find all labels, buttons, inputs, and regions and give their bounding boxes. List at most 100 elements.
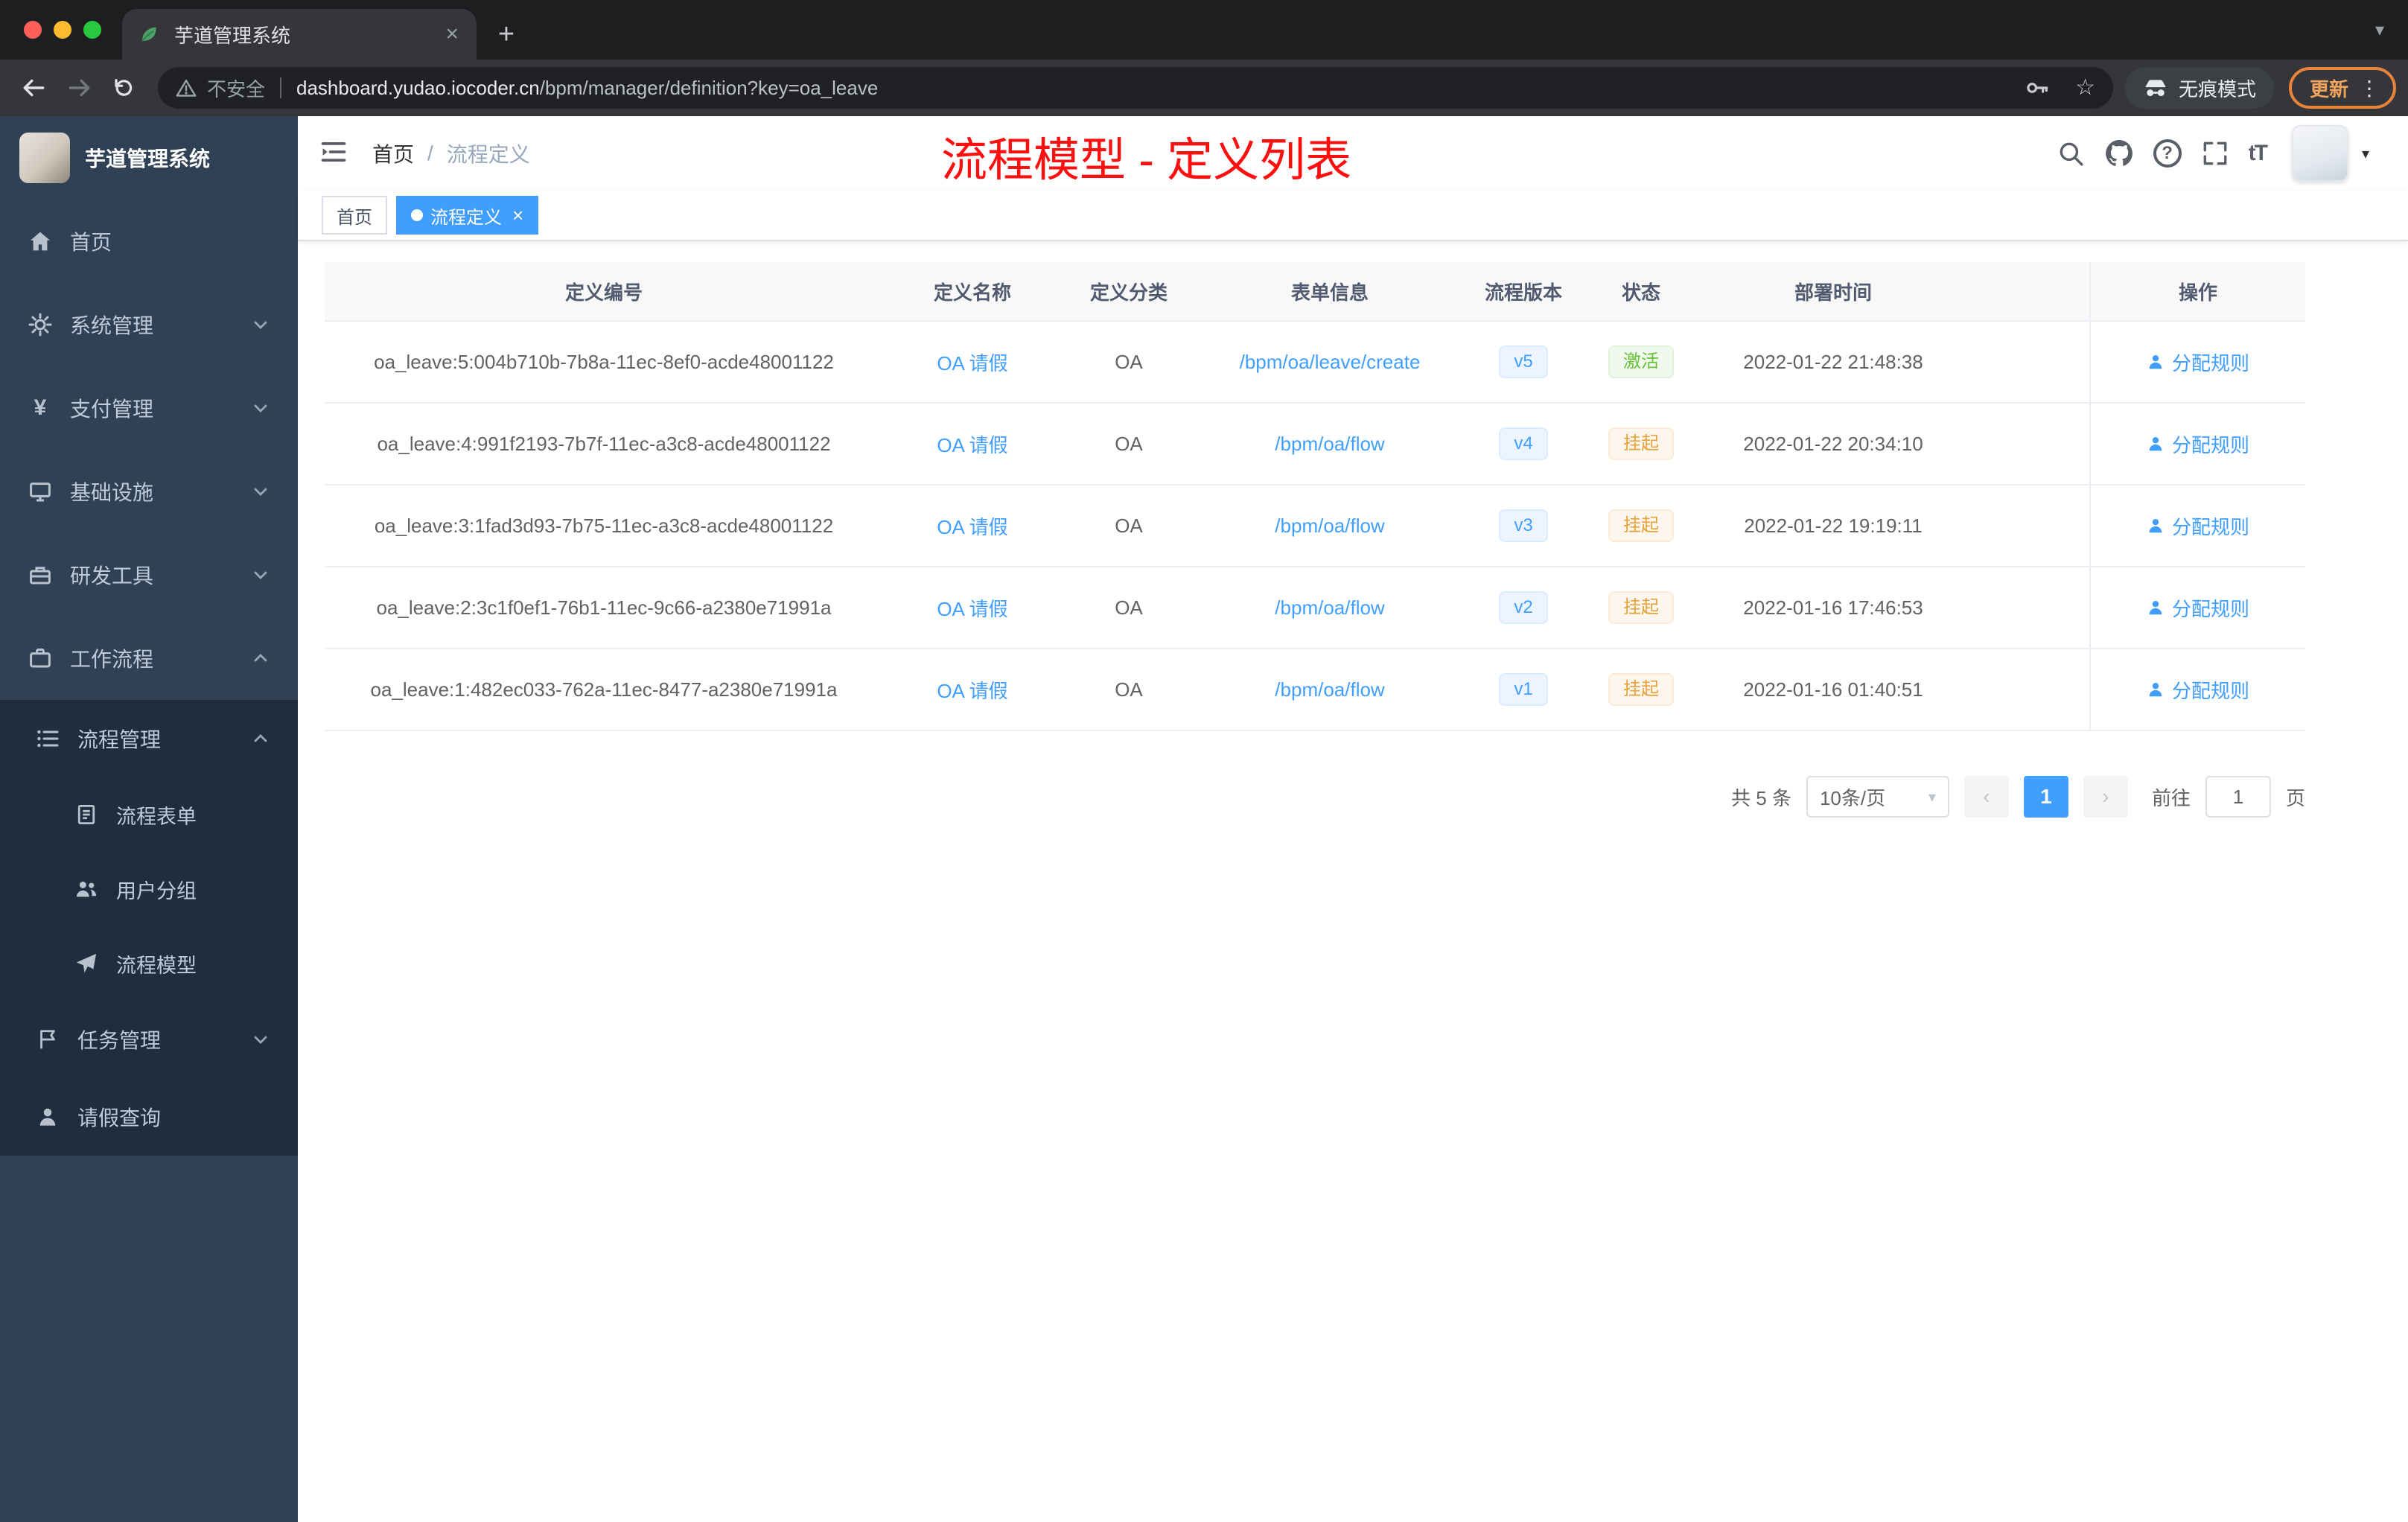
definition-name-link[interactable]: OA 请假 [937, 676, 1007, 704]
list-icon [36, 727, 60, 751]
window-close-button[interactable] [24, 21, 42, 39]
next-page-button[interactable]: › [2083, 776, 2128, 818]
select-caret-icon: ▾ [1928, 789, 1936, 806]
cell-category: OA [1115, 596, 1143, 619]
sidebar-item-label: 支付管理 [70, 398, 154, 421]
help-icon[interactable]: ? [2153, 139, 2182, 168]
assign-rule-label: 分配规则 [2171, 679, 2249, 702]
form-link[interactable]: /bpm/oa/leave/create [1240, 351, 1421, 374]
page-1-button[interactable]: 1 [2023, 776, 2068, 818]
chevron-down-icon [252, 316, 270, 334]
user-menu-caret-icon[interactable]: ▾ [2362, 144, 2369, 163]
update-chrome-button[interactable]: 更新 ⋮ [2288, 67, 2396, 109]
tag-label: 流程定义 [430, 207, 502, 228]
top-navbar: 首页 / 流程定义 流程模型 - 定义列表 ? tT ▾ [298, 116, 2408, 191]
sidebar-item-infrastructure[interactable]: 基础设施 [0, 450, 298, 533]
sidebar-item-dev-tools[interactable]: 研发工具 [0, 533, 298, 617]
assign-rule-label: 分配规则 [2171, 433, 2249, 456]
table-row: oa_leave:2:3c1f0ef1-76b1-11ec-9c66-a2380… [325, 567, 2305, 649]
sidebar-item-home[interactable]: 首页 [0, 200, 298, 283]
window-zoom-button[interactable] [83, 21, 101, 39]
new-tab-button[interactable]: + [485, 13, 527, 55]
forward-button[interactable] [57, 66, 101, 110]
sidebar-item-user-groups[interactable]: 用户分组 [0, 852, 298, 926]
back-button[interactable] [12, 66, 57, 110]
chevron-down-icon [252, 483, 270, 500]
page-size-select[interactable]: 10条/页 ▾ [1806, 776, 1949, 818]
assign-rule-link[interactable]: 分配规则 [2147, 512, 2249, 540]
sidebar-item-label: 系统管理 [70, 314, 154, 337]
page-unit-label: 页 [2285, 786, 2305, 809]
bookmark-star-icon[interactable]: ☆ [2075, 77, 2095, 99]
assign-rule-link[interactable]: 分配规则 [2147, 676, 2249, 704]
workflow-submenu: 流程管理 流程表单 用户分组 流程模型 任务管理 请假查询 [0, 700, 298, 1156]
sidebar-item-task-management[interactable]: 任务管理 [0, 1001, 298, 1078]
prev-page-button[interactable]: ‹ [1963, 776, 2009, 818]
window-controls [0, 0, 122, 60]
tag-home[interactable]: 首页 [322, 196, 387, 235]
cell-definition-id: oa_leave:5:004b710b-7b8a-11ec-8ef0-acde4… [374, 350, 834, 373]
cell-deploy-time: 2022-01-22 19:19:11 [1744, 514, 1923, 537]
assign-rule-link[interactable]: 分配规则 [2147, 348, 2249, 376]
person-icon [2149, 683, 2162, 697]
sidebar-item-system-management[interactable]: 系统管理 [0, 283, 298, 366]
sidebar-item-workflow[interactable]: 工作流程 [0, 617, 298, 700]
breadcrumb-current: 流程定义 [446, 143, 530, 166]
definition-name-link[interactable]: OA 请假 [937, 348, 1007, 376]
cell-category: OA [1115, 350, 1143, 373]
definition-name-link[interactable]: OA 请假 [937, 512, 1007, 540]
browser-menu-dots-icon[interactable]: ⋮ [2359, 76, 2380, 101]
assign-rule-link[interactable]: 分配规则 [2147, 594, 2249, 622]
browser-tab[interactable]: 芋道管理系统 × [122, 9, 477, 60]
sidebar-item-process-forms[interactable]: 流程表单 [0, 777, 298, 852]
form-link[interactable]: /bpm/oa/flow [1275, 433, 1384, 456]
form-link[interactable]: /bpm/oa/flow [1275, 515, 1384, 538]
sidebar-item-process-models[interactable]: 流程模型 [0, 926, 298, 1001]
sidebar-toggle-icon[interactable] [319, 137, 351, 170]
tag-process-definition[interactable]: 流程定义 × [396, 196, 539, 235]
url-path: /bpm/manager/definition?key=oa_leave [539, 76, 879, 99]
search-icon[interactable] [2057, 139, 2085, 168]
tab-close-icon[interactable]: × [442, 22, 462, 47]
column-header-time: 部署时间 [1794, 281, 1872, 304]
tag-close-icon[interactable]: × [512, 204, 523, 227]
sidebar-item-label: 工作流程 [70, 648, 154, 671]
person-icon [2149, 519, 2162, 533]
not-secure-warning-icon [176, 77, 197, 98]
total-count: 共 5 条 [1731, 786, 1791, 809]
sidebar-item-leave-query[interactable]: 请假查询 [0, 1078, 298, 1156]
tags-view: 首页 流程定义 × [298, 191, 2408, 241]
monitor-icon [28, 480, 52, 503]
form-link[interactable]: /bpm/oa/flow [1275, 596, 1384, 620]
tab-search-icon[interactable]: ▾ [2375, 19, 2384, 41]
password-key-icon[interactable] [2025, 75, 2050, 101]
tag-label: 首页 [337, 207, 372, 228]
annotation-text: 流程模型 - 定义列表 [941, 135, 1352, 186]
address-bar[interactable]: 不安全 dashboard.yudao.iocoder.cn/bpm/manag… [158, 67, 2113, 109]
sidebar-item-payment-management[interactable]: ¥ 支付管理 [0, 366, 298, 450]
person-icon [2149, 601, 2162, 615]
breadcrumb-home[interactable]: 首页 [372, 138, 414, 168]
home-icon [28, 229, 52, 253]
tab-favicon-icon [137, 22, 161, 46]
status-badge: 激活 [1608, 346, 1674, 378]
goto-page-input[interactable] [2205, 776, 2271, 818]
definition-name-link[interactable]: OA 请假 [937, 594, 1007, 622]
font-size-icon[interactable]: tT [2249, 141, 2268, 166]
form-link[interactable]: /bpm/oa/flow [1275, 678, 1384, 701]
page-size-value: 10条/页 [1819, 786, 1886, 809]
reload-button[interactable] [101, 66, 146, 110]
user-avatar[interactable] [2291, 125, 2348, 182]
github-icon[interactable] [2104, 138, 2134, 168]
sidebar-item-label: 基础设施 [70, 481, 154, 504]
sidebar-item-process-management[interactable]: 流程管理 [0, 700, 298, 777]
fullscreen-icon[interactable] [2201, 139, 2229, 168]
tab-title: 芋道管理系统 [174, 24, 291, 47]
assign-rule-link[interactable]: 分配规则 [2147, 430, 2249, 458]
tab-strip: 芋道管理系统 × + ▾ [0, 0, 2408, 60]
window-minimize-button[interactable] [54, 21, 71, 39]
definition-name-link[interactable]: OA 请假 [937, 430, 1007, 458]
sidebar-item-label: 首页 [70, 231, 112, 254]
incognito-icon [2143, 75, 2168, 101]
logo-avatar [19, 133, 70, 183]
